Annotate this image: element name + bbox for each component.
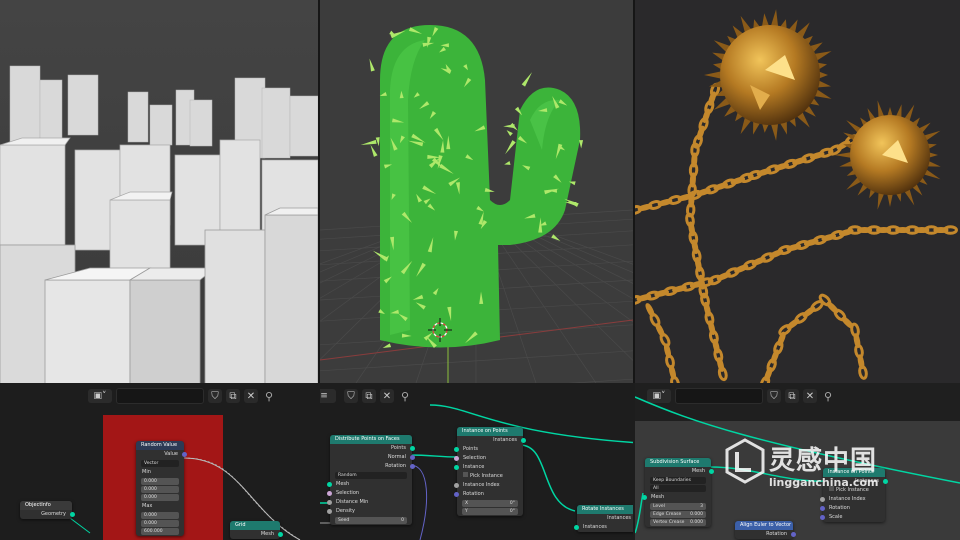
socket[interactable] [454,456,459,461]
watermark-url: lingganchina.com [769,476,879,489]
node-random-value[interactable]: Random Value Value Vector Min 0.000 0.00… [136,441,187,536]
distribute-mode-dropdown[interactable]: Random [335,472,407,479]
output-value: Value [136,450,187,459]
rotation-x-field[interactable]: X 0° [462,500,518,507]
socket[interactable] [327,482,332,487]
input-rotation: Rotation [454,490,523,499]
rotation-y-field[interactable]: Y 0° [462,508,518,515]
chains-render [635,0,960,383]
socket[interactable] [454,483,459,488]
socket[interactable] [709,469,714,474]
watermark-logo-icon [725,438,765,484]
input-instance: Instance [454,463,523,472]
city-render [0,0,318,383]
node-object-info[interactable]: ObjectInfo Geometry [20,501,75,519]
input-scale: Scale [820,513,885,522]
input-rotation: Rotation [820,504,885,513]
socket[interactable] [642,495,647,500]
min-z-field[interactable]: 0.000 [141,494,179,501]
level-field[interactable]: Level 3 [650,503,706,510]
socket[interactable] [454,492,459,497]
output-instances: Instances [577,514,633,523]
socket[interactable] [454,465,459,470]
boundary-mode-dropdown[interactable]: Keep Boundaries [650,477,706,484]
socket[interactable] [521,438,526,443]
cactus-render [320,0,633,383]
input-mesh: Mesh [642,493,711,502]
socket[interactable] [410,464,415,469]
node-title: Subdivision Surface [645,458,711,467]
node-align-euler[interactable]: Align Euler to Vector Rotation [735,521,796,539]
output-rotation: Rotation [330,462,415,471]
node-rotate-instances[interactable]: Rotate Instances Instances Instances [574,505,633,532]
socket[interactable] [182,452,187,457]
seed-field[interactable]: Seed 0 [335,517,407,524]
output-rotation: Rotation [735,530,796,539]
viewport-chains[interactable] [635,0,960,383]
input-distance-min: Distance Min [327,498,412,507]
output-instances: Instances [457,436,526,445]
watermark-brand: 灵感中国 [769,446,878,476]
node-title: ObjectInfo [20,501,72,510]
node-title: Rotate Instances [577,505,633,514]
input-density: Density [327,507,412,516]
max-z-field[interactable]: 600.000 [141,528,179,535]
node-title: Distribute Points on Faces [330,435,412,444]
output-geometry: Geometry [20,510,75,519]
node-title: Align Euler to Vector [735,521,793,530]
node-title: Random Value [136,441,184,450]
socket[interactable] [574,525,579,530]
socket[interactable] [70,512,75,517]
socket[interactable] [327,491,332,496]
vertex-crease-field[interactable]: Vertex Crease 0.000 [650,519,706,526]
socket[interactable] [410,446,415,451]
node-editor-2[interactable]: ≡ ⛉ ⧉ ✕ ⚲ Distribute Points on Faces Poi… [320,383,633,540]
data-type-dropdown[interactable]: Vector [141,460,179,467]
node-grid[interactable]: Grid Mesh [230,521,283,539]
label-max: Max [142,503,153,509]
node-title: Instance on Points [457,427,523,436]
edge-crease-field[interactable]: Edge Crease 0.000 [650,511,706,518]
socket[interactable] [791,532,796,537]
input-instance-index: Instance Index [454,481,523,490]
viewport-cactus[interactable] [320,0,633,383]
input-selection: Selection [327,489,412,498]
node-editor-1[interactable]: ▣˅ ⛉ ⧉ ✕ ⚲ ObjectInfo Geometry Random Va… [0,383,318,540]
input-instances: Instances [574,523,633,532]
label-min: Min [142,469,151,475]
min-x-field[interactable]: 0.000 [141,478,179,485]
socket[interactable] [820,506,825,511]
socket[interactable] [327,509,332,514]
node-instance-on-points[interactable]: Instance on Points Instances Points Sele… [454,427,526,516]
node-subdivision-surface[interactable]: Subdivision Surface Mesh Keep Boundaries… [642,458,714,527]
viewport-city[interactable] [0,0,318,383]
min-y-field[interactable]: 0.000 [141,486,179,493]
output-mesh: Mesh [645,467,714,476]
max-x-field[interactable]: 0.000 [141,512,179,519]
input-points: Points [454,445,523,454]
node-title: Grid [230,521,280,530]
socket[interactable] [820,515,825,520]
max-y-field[interactable]: 0.000 [141,520,179,527]
watermark: 灵感中国 lingganchina.com [725,432,960,502]
input-mesh: Mesh [327,480,412,489]
socket[interactable] [410,455,415,460]
uv-smooth-dropdown[interactable]: All [650,485,706,492]
pick-instance-checkbox[interactable]: Pick Instance [457,472,523,481]
socket[interactable] [278,532,283,537]
input-selection: Selection [454,454,523,463]
socket[interactable] [454,447,459,452]
output-mesh: Mesh [230,530,283,539]
node-distribute-points[interactable]: Distribute Points on Faces Points Normal… [327,435,415,525]
output-normal: Normal [330,453,415,462]
output-points: Points [330,444,415,453]
socket[interactable] [327,500,332,505]
